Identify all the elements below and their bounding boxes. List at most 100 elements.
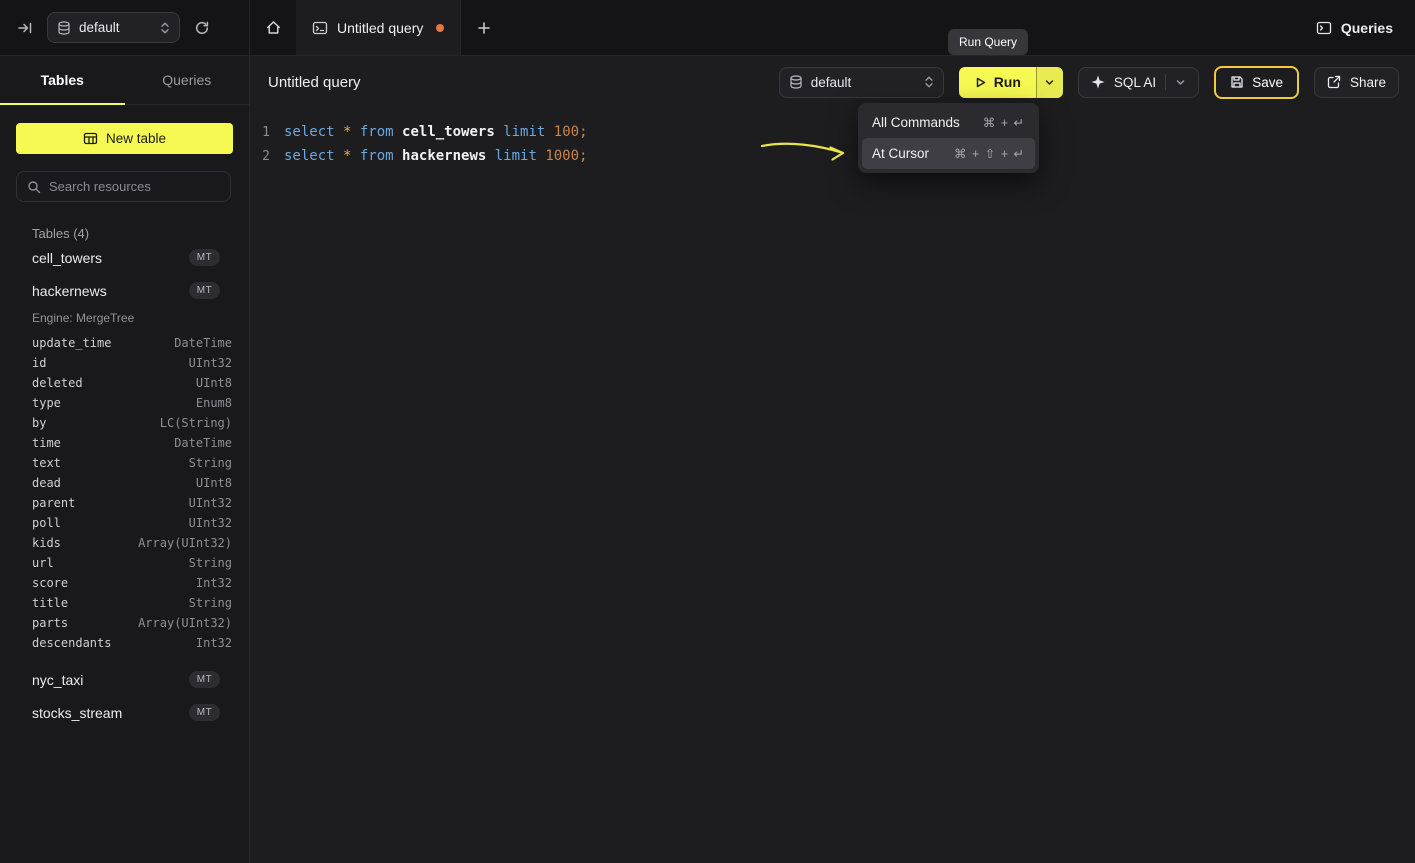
engine-badge: MT xyxy=(189,704,220,721)
table-item-nyc-taxi[interactable]: nyc_taxi MT xyxy=(0,663,249,696)
sidebar-tabs: Tables Queries xyxy=(0,56,249,105)
column-type: UInt32 xyxy=(189,496,232,510)
annotation-arrow xyxy=(756,132,856,168)
save-button[interactable]: Save xyxy=(1214,66,1299,99)
arrow-to-bar-icon xyxy=(17,20,33,36)
query-tabs: Untitled query xyxy=(250,0,507,55)
main-panel: Untitled query default xyxy=(250,56,1415,863)
column-row: byLC(String) xyxy=(0,413,249,433)
editor-database-selector[interactable]: default xyxy=(779,67,944,98)
column-name: type xyxy=(32,396,61,410)
run-menu-item[interactable]: All Commands⌘ + ↵ xyxy=(862,107,1035,138)
column-name: poll xyxy=(32,516,61,530)
column-row: time DateTime xyxy=(0,433,249,453)
query-icon xyxy=(312,20,328,36)
column-name: score xyxy=(32,576,68,590)
code-text: select * from cell_towers limit 100; xyxy=(284,124,588,140)
query-header: Untitled query default xyxy=(250,56,1415,108)
column-type: String xyxy=(189,556,232,570)
database-icon xyxy=(789,75,803,89)
column-type: UInt8 xyxy=(196,476,232,490)
run-query-tooltip: Run Query xyxy=(948,29,1028,55)
line-number: 1 xyxy=(250,125,270,140)
header-controls: default Run xyxy=(779,66,1399,99)
database-selector-value: default xyxy=(79,20,152,35)
sparkle-icon xyxy=(1091,75,1105,89)
column-type: DateTime xyxy=(174,336,232,350)
run-options-button[interactable] xyxy=(1036,67,1063,98)
run-menu: All Commands⌘ + ↵At Cursor⌘ + ⇧ + ↵ xyxy=(858,103,1039,173)
column-type: Array(UInt32) xyxy=(138,616,232,630)
column-name: deleted xyxy=(32,376,83,390)
column-name: text xyxy=(32,456,61,470)
run-button-group: Run xyxy=(959,67,1063,98)
topbar-right: Queries xyxy=(1316,0,1415,55)
column-type: UInt32 xyxy=(189,356,232,370)
column-type: Enum8 xyxy=(196,396,232,410)
menu-item-label: At Cursor xyxy=(872,146,929,161)
engine-badge: MT xyxy=(189,671,220,688)
home-tab[interactable] xyxy=(250,0,296,55)
sql-ai-button[interactable]: SQL AI xyxy=(1078,67,1199,98)
column-type: DateTime xyxy=(174,436,232,450)
run-label: Run xyxy=(994,74,1021,90)
home-icon xyxy=(265,19,282,36)
tab-label: Untitled query xyxy=(337,20,423,36)
column-name: parent xyxy=(32,496,75,510)
column-name: update_time xyxy=(32,336,111,350)
column-row: id UInt32 xyxy=(0,353,249,373)
table-name: stocks_stream xyxy=(32,705,122,721)
table-name: hackernews xyxy=(32,283,107,299)
database-icon xyxy=(57,21,71,35)
engine-badge: MT xyxy=(189,282,220,299)
column-row: update_time DateTime xyxy=(0,333,249,353)
topbar: default Untitled query xyxy=(0,0,1415,56)
hackernews-columns-list: update_time DateTime id UInt32 deleted UInt8 t… xyxy=(0,333,249,655)
share-button[interactable]: Share xyxy=(1314,67,1399,98)
untitled-query-tab[interactable]: Untitled query xyxy=(296,0,461,55)
table-name: nyc_taxi xyxy=(32,672,83,688)
column-row: partsArray(UInt32) xyxy=(0,613,249,633)
queries-icon xyxy=(1316,20,1332,36)
column-row: descendantsInt32 xyxy=(0,633,249,653)
refresh-icon xyxy=(194,20,210,36)
collapse-sidebar-button[interactable] xyxy=(12,15,38,41)
sidebar-tab-tables[interactable]: Tables xyxy=(0,56,125,104)
search-input[interactable] xyxy=(49,179,225,194)
table-icon xyxy=(83,131,98,146)
column-name: kids xyxy=(32,536,61,550)
column-row: titleString xyxy=(0,593,249,613)
column-type: UInt32 xyxy=(189,516,232,530)
column-row: dead UInt8 xyxy=(0,473,249,493)
column-name: dead xyxy=(32,476,61,490)
active-tab-underline xyxy=(0,103,125,105)
new-table-button[interactable]: New table xyxy=(16,123,233,154)
column-row: type Enum8 xyxy=(0,393,249,413)
queries-button[interactable]: Queries xyxy=(1316,20,1393,36)
run-button[interactable]: Run xyxy=(959,67,1036,98)
topbar-database-selector[interactable]: default xyxy=(47,12,180,43)
save-label: Save xyxy=(1252,75,1283,90)
column-type: Int32 xyxy=(196,576,232,590)
chevron-updown-icon xyxy=(924,75,934,89)
sidebar: Tables Queries New table Tables (4) cell… xyxy=(0,56,250,863)
sql-ai-label: SQL AI xyxy=(1114,75,1156,90)
run-menu-item[interactable]: At Cursor⌘ + ⇧ + ↵ xyxy=(862,138,1035,169)
column-name: descendants xyxy=(32,636,111,650)
column-name: id xyxy=(32,356,46,370)
play-icon xyxy=(974,76,987,89)
sidebar-tab-queries[interactable]: Queries xyxy=(125,56,250,104)
table-item-cell-towers[interactable]: cell_towers MT xyxy=(0,241,249,274)
share-label: Share xyxy=(1350,75,1386,90)
table-item-hackernews[interactable]: hackernews MT xyxy=(0,274,249,307)
refresh-button[interactable] xyxy=(189,15,215,41)
plus-icon xyxy=(477,21,491,35)
column-type: String xyxy=(189,596,232,610)
engine-badge: MT xyxy=(189,249,220,266)
table-item-stocks-stream[interactable]: stocks_stream MT xyxy=(0,696,249,729)
column-row: kidsArray(UInt32) xyxy=(0,533,249,553)
column-name: time xyxy=(32,436,61,450)
code-text: select * from hackernews limit 1000; xyxy=(284,148,587,164)
save-icon xyxy=(1230,75,1244,89)
new-tab-button[interactable] xyxy=(461,0,507,55)
